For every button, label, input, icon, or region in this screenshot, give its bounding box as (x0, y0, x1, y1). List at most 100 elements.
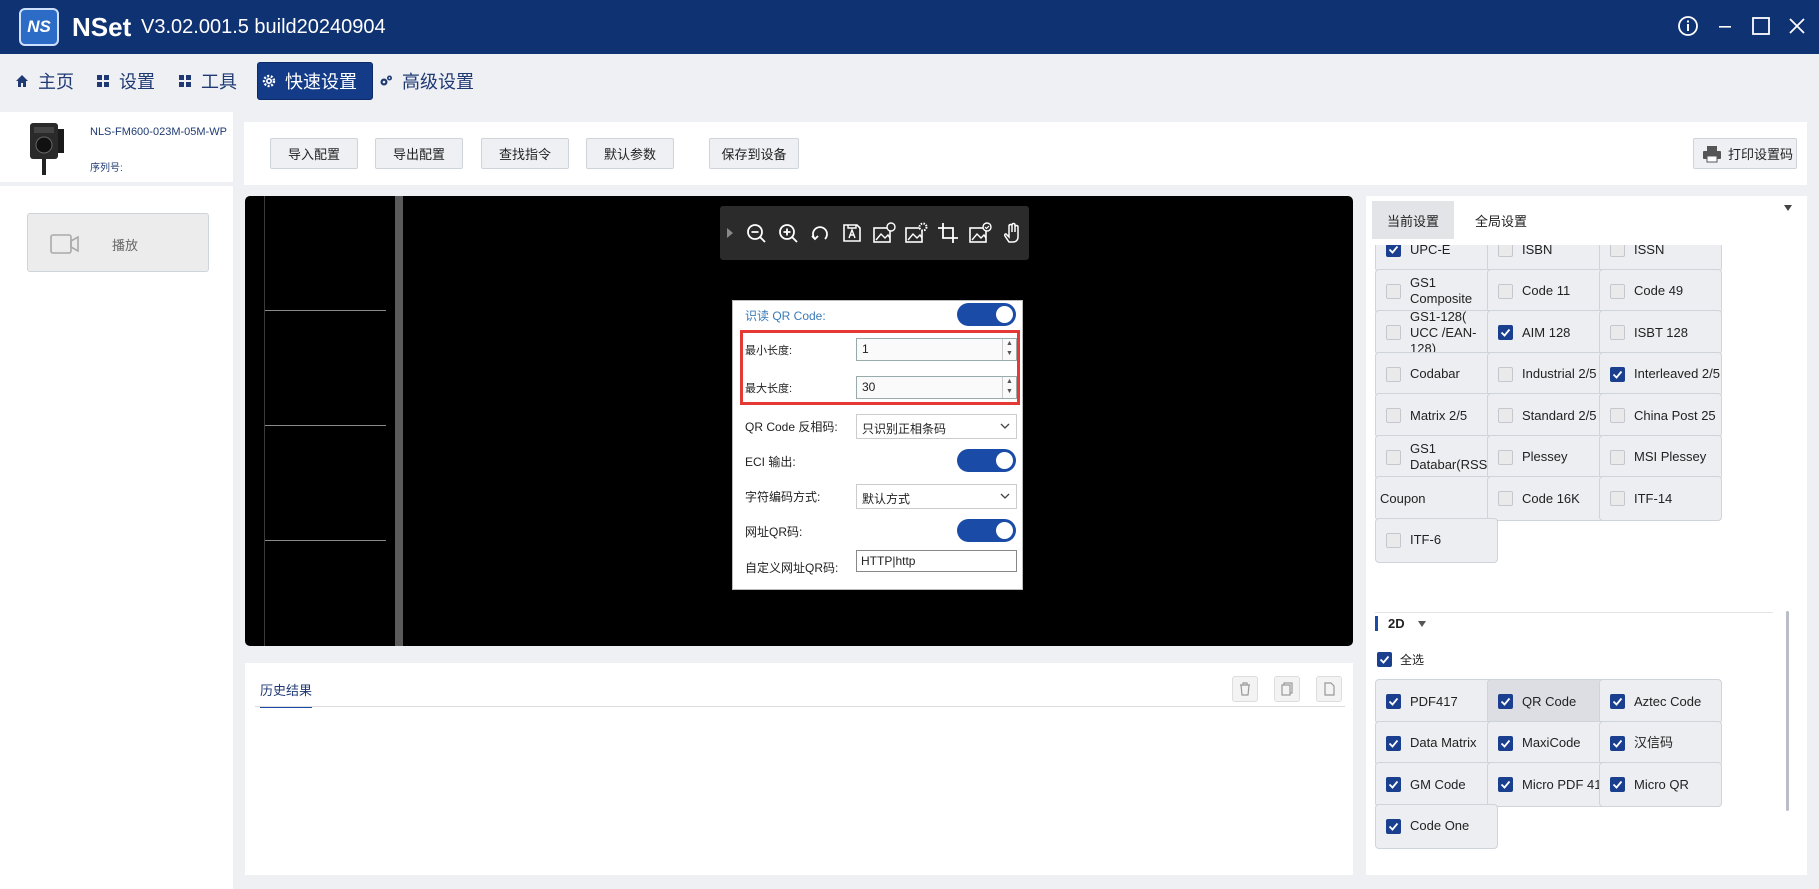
select-all-2d[interactable]: 全选 (1375, 651, 1424, 668)
symbology-checkbox[interactable] (1498, 325, 1513, 340)
menu-quick-settings[interactable]: 快速设置 (257, 62, 373, 100)
menu-settings[interactable]: 设置 (96, 62, 155, 100)
symbology-button[interactable]: China Post 25 (1599, 393, 1722, 438)
symbology-button[interactable]: GS1-128( UCC /EAN-128) (1375, 309, 1498, 356)
import-config-button[interactable]: 导入配置 (270, 138, 358, 169)
symbology-button[interactable]: UPC-E (1375, 245, 1498, 272)
symbology-button[interactable]: Matrix 2/5 (1375, 393, 1498, 438)
find-command-button[interactable]: 查找指令 (481, 138, 569, 169)
image-info-icon[interactable] (868, 217, 900, 249)
symbology-button[interactable]: Micro QR (1599, 762, 1722, 807)
stepper-arrows-icon[interactable]: ▲ ▼ (1002, 339, 1016, 360)
symbology-checkbox[interactable] (1386, 777, 1401, 792)
symbology-checkbox[interactable] (1386, 532, 1401, 548)
symbology-button[interactable]: Interleaved 2/5 (1599, 351, 1722, 397)
symbology-checkbox[interactable] (1610, 325, 1625, 340)
symbology-checkbox[interactable] (1498, 245, 1513, 257)
image-settings-icon[interactable] (900, 217, 932, 249)
symbology-button[interactable]: Code 49 (1599, 268, 1722, 314)
symbology-button[interactable]: PDF417 (1375, 679, 1498, 724)
max-length-stepper[interactable]: 30 ▲ ▼ (856, 376, 1017, 399)
symbology-button[interactable]: QR Code (1487, 679, 1610, 724)
symbology-button[interactable]: Micro PDF 417 (1487, 762, 1610, 807)
dropdown-arrow-icon[interactable] (1783, 204, 1793, 212)
symbology-checkbox[interactable] (1386, 408, 1401, 423)
maximize-icon[interactable] (1747, 12, 1775, 40)
symbology-button[interactable]: GM Code (1375, 762, 1498, 807)
rotate-icon[interactable] (804, 217, 836, 249)
symbology-checkbox[interactable] (1498, 777, 1513, 792)
symbology-checkbox[interactable] (1498, 694, 1513, 709)
symbology-button[interactable]: Plessey (1487, 434, 1610, 480)
symbology-checkbox[interactable] (1498, 491, 1513, 506)
symbology-checkbox[interactable] (1386, 735, 1401, 751)
symbology-button[interactable]: Industrial 2/5 (1487, 351, 1610, 397)
section-2d-header[interactable]: 2D (1375, 616, 1427, 631)
symbology-checkbox[interactable] (1386, 366, 1401, 382)
symbology-button[interactable]: AIM 128 (1487, 310, 1610, 355)
symbology-checkbox[interactable] (1610, 491, 1625, 506)
default-params-button[interactable]: 默认参数 (586, 138, 674, 169)
symbology-button[interactable]: MaxiCode (1487, 720, 1610, 766)
tab-history-results[interactable]: 历史结果 (260, 680, 313, 708)
thumbnail-strip[interactable] (264, 196, 386, 646)
save-image-icon[interactable] (836, 217, 868, 249)
custom-url-input[interactable]: HTTP|http (856, 550, 1017, 572)
symbology-button[interactable]: ISSN (1599, 245, 1722, 272)
symbology-button[interactable]: Data Matrix (1375, 720, 1498, 766)
symbology-button[interactable]: Aztec Code (1599, 679, 1722, 724)
eci-output-toggle[interactable] (957, 449, 1016, 472)
thumbnail-splitter[interactable] (395, 196, 403, 646)
symbology-checkbox[interactable] (1610, 245, 1625, 257)
select-all-checkbox[interactable] (1377, 652, 1392, 667)
play-button[interactable]: 播放 (27, 213, 209, 272)
symbology-button[interactable]: GS1 Databar(RSS) (1375, 434, 1498, 480)
minimize-icon[interactable] (1711, 12, 1739, 40)
hand-icon[interactable] (996, 217, 1028, 249)
symbology-button[interactable]: ITF-6 (1375, 517, 1498, 563)
symbology-checkbox[interactable] (1498, 449, 1513, 465)
min-length-stepper[interactable]: 1 ▲ ▼ (856, 338, 1017, 361)
menu-home[interactable]: 主页 (15, 62, 74, 100)
symbology-button[interactable]: Code One (1375, 803, 1498, 849)
symbology-button[interactable]: Coupon (1375, 476, 1498, 521)
export-config-button[interactable]: 导出配置 (375, 138, 463, 169)
menu-advanced-settings[interactable]: 高级设置 (379, 62, 474, 100)
read-qr-toggle[interactable] (957, 303, 1016, 326)
symbology-checkbox[interactable] (1610, 735, 1625, 751)
expand-icon[interactable] (720, 217, 740, 249)
symbology-checkbox[interactable] (1386, 325, 1401, 340)
scrollbar[interactable] (1786, 611, 1789, 811)
symbology-checkbox[interactable] (1498, 366, 1513, 382)
symbology-checkbox[interactable] (1610, 777, 1625, 792)
copy-icon[interactable] (1274, 676, 1300, 702)
zoom-out-icon[interactable] (740, 217, 772, 249)
symbology-checkbox[interactable] (1386, 245, 1401, 257)
image-check-icon[interactable] (964, 217, 996, 249)
crop-icon[interactable] (932, 217, 964, 249)
symbology-checkbox[interactable] (1498, 408, 1513, 423)
symbology-checkbox[interactable] (1610, 283, 1625, 299)
symbology-button[interactable]: MSI Plessey (1599, 434, 1722, 480)
file-icon[interactable] (1316, 676, 1342, 702)
symbology-button[interactable]: Code 11 (1487, 268, 1610, 314)
menu-tools[interactable]: 工具 (178, 62, 237, 100)
symbology-checkbox[interactable] (1386, 694, 1401, 709)
close-icon[interactable] (1783, 12, 1811, 40)
symbology-checkbox[interactable] (1386, 818, 1401, 834)
print-setting-code-button[interactable]: 打印设置码 (1693, 138, 1797, 169)
tab-global-settings[interactable]: 全局设置 (1460, 201, 1542, 239)
symbology-checkbox[interactable] (1610, 449, 1625, 465)
stepper-arrows-icon[interactable]: ▲ ▼ (1002, 377, 1016, 398)
save-to-device-button[interactable]: 保存到设备 (709, 138, 799, 169)
inverse-select[interactable]: 只识别正相条码 (856, 414, 1017, 439)
symbology-checkbox[interactable] (1498, 283, 1513, 299)
device-card[interactable]: NLS-FM600-023M-05M-WP 序列号: (0, 112, 233, 182)
symbology-button[interactable]: GS1 Composite (1375, 268, 1498, 314)
symbology-button[interactable]: 汉信码 (1599, 720, 1722, 766)
symbology-checkbox[interactable] (1610, 366, 1625, 382)
zoom-in-icon[interactable] (772, 217, 804, 249)
symbology-checkbox[interactable] (1386, 283, 1401, 299)
symbology-checkbox[interactable] (1386, 449, 1401, 465)
delete-icon[interactable] (1232, 676, 1258, 702)
